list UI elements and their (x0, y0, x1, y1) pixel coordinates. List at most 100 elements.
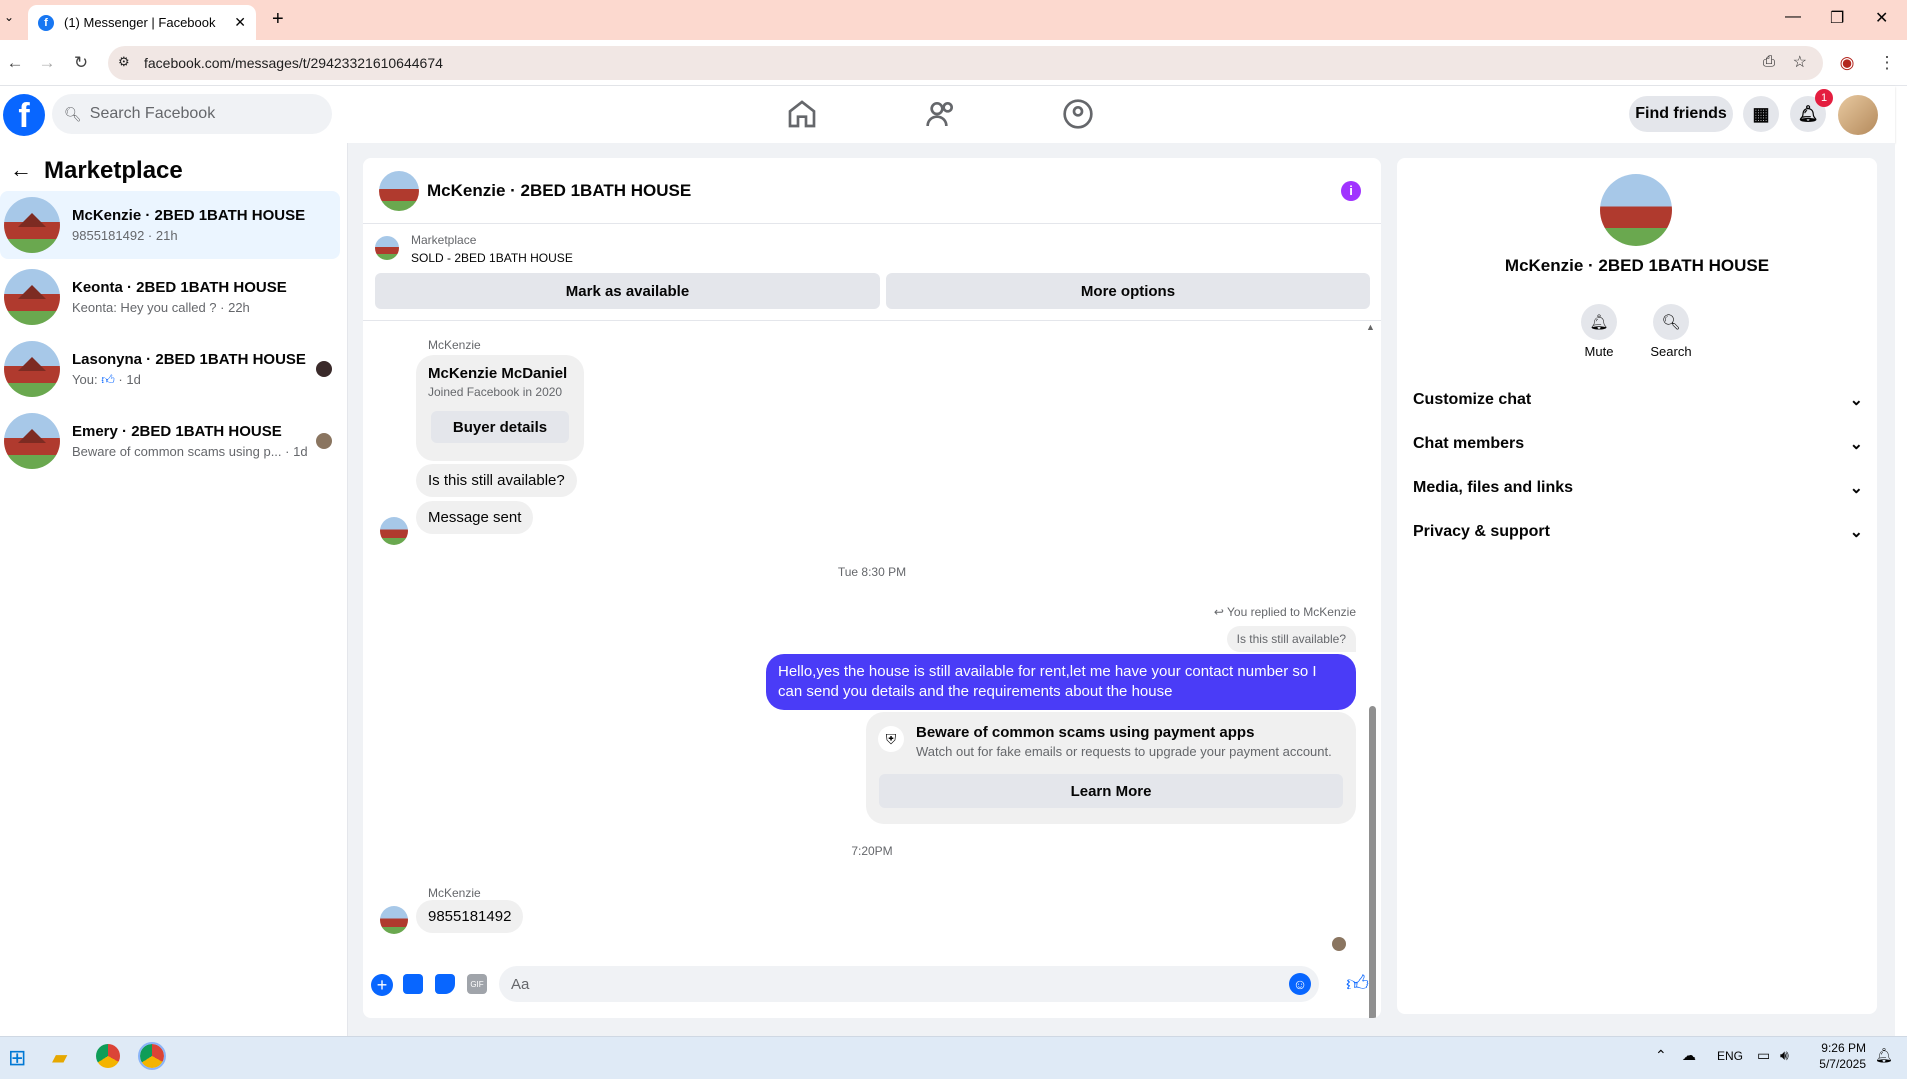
browser-tab[interactable]: f (1) Messenger | Facebook ✕ (28, 5, 256, 40)
windows-start-icon[interactable]: ⊞ (8, 1045, 26, 1071)
search-icon: 🔍︎ (1661, 314, 1681, 331)
conversation-preview: Beware of common scams using p... · 1d (72, 444, 308, 459)
clock-time[interactable]: 9:26 PM (1818, 1041, 1866, 1055)
chevron-up-icon[interactable]: ⌃ (1655, 1047, 1667, 1064)
seen-avatar (1332, 937, 1346, 951)
conversation-item-lasonyna[interactable]: Lasonyna · 2BED 1BATH HOUSE You: 👍︎ · 1d (0, 335, 340, 403)
sender-avatar (380, 906, 408, 934)
conversation-preview: Keonta: Hey you called ? · 22h (72, 300, 250, 315)
account-avatar[interactable] (1838, 95, 1878, 135)
sender-name: McKenzie (428, 886, 481, 900)
profile-joined: Joined Facebook in 2020 (428, 385, 563, 399)
privacy-support-section[interactable]: Privacy & support ⌄ (1413, 514, 1863, 550)
section-label: Chat members (1413, 435, 1525, 452)
search-input[interactable]: 🔍︎ Search Facebook (52, 94, 332, 134)
conversation-item-keonta[interactable]: Keonta · 2BED 1BATH HOUSE Keonta: Hey you… (0, 263, 340, 331)
site-info-icon[interactable]: ⚙ (118, 54, 130, 70)
back-icon[interactable]: ← (0, 48, 30, 78)
maximize-icon[interactable]: ❐ (1830, 8, 1844, 28)
browser-tab-bar: ⌄ f (1) Messenger | Facebook ✕ + — ❐ ✕ (0, 0, 1907, 40)
network-icon[interactable]: ▭ (1757, 1047, 1770, 1064)
listing-source: Marketplace (411, 233, 477, 247)
reload-icon[interactable]: ↻ (66, 48, 96, 78)
sticker-icon[interactable] (435, 974, 455, 994)
bell-icon: 🔔︎ (1589, 314, 1609, 331)
groups-icon[interactable] (1062, 98, 1094, 130)
emoji-icon[interactable]: ☺ (1289, 973, 1311, 995)
notification-bell-icon[interactable]: 🔔︎ (1875, 1047, 1893, 1064)
section-label: Customize chat (1413, 391, 1532, 408)
chrome-active-icon[interactable] (138, 1042, 166, 1070)
scam-warning-card: ⛨ Beware of common scams using payment a… (866, 712, 1356, 824)
bookmark-star-icon[interactable]: ☆ (1793, 52, 1807, 72)
conversation-item-mckenzie[interactable]: McKenzie · 2BED 1BATH HOUSE 9855181492 · … (0, 191, 340, 259)
facebook-logo-icon[interactable]: f (3, 94, 45, 136)
mute-button[interactable]: 🔔︎ (1581, 304, 1617, 340)
mark-available-button[interactable]: Mark as available (375, 273, 880, 309)
chrome-icon[interactable] (96, 1044, 120, 1068)
listing-thumbnail (4, 197, 60, 253)
section-label: Media, files and links (1413, 479, 1574, 496)
language-indicator[interactable]: ENG (1717, 1049, 1743, 1063)
reply-label: ↩︎ You replied to McKenzie (1214, 605, 1356, 619)
scam-title: Beware of common scams using payment app… (916, 724, 1255, 741)
profile-name: McKenzie McDaniel (428, 365, 568, 382)
thumbs-up-icon[interactable]: 👍︎ (1346, 970, 1369, 997)
home-icon[interactable] (786, 98, 818, 130)
more-options-button[interactable]: More options (886, 273, 1370, 309)
scrollbar[interactable]: ▲ ▼ (1366, 322, 1376, 1018)
facebook-header: f 🔍︎ Search Facebook Find friends ▦ 🔔︎ 1 (0, 86, 1895, 143)
chat-info-avatar (1600, 174, 1672, 246)
listing-thumbnail (4, 269, 60, 325)
message-bubble: 9855181492 (416, 900, 524, 933)
volume-icon[interactable]: 🔊︎ (1780, 1047, 1789, 1064)
conversation-name: Keonta · 2BED 1BATH HOUSE (72, 279, 287, 296)
find-friends-button[interactable]: Find friends (1629, 96, 1733, 132)
onedrive-icon[interactable]: ☁ (1682, 1047, 1696, 1064)
new-tab-icon[interactable]: + (272, 8, 284, 31)
add-icon[interactable]: + (371, 974, 393, 996)
my-message-bubble: Hello,yes the house is still available f… (766, 654, 1356, 710)
chat-title[interactable]: McKenzie · 2BED 1BATH HOUSE (427, 181, 691, 201)
chat-avatar[interactable] (379, 170, 419, 211)
scrollbar-thumb[interactable] (1369, 706, 1376, 1018)
forward-icon[interactable]: → (32, 48, 62, 78)
media-files-links-section[interactable]: Media, files and links ⌄ (1413, 470, 1863, 506)
sidebar-title: Marketplace (44, 157, 183, 184)
buyer-details-button[interactable]: Buyer details (431, 411, 569, 443)
back-arrow-icon[interactable]: ← (10, 157, 32, 183)
conversation-item-emery[interactable]: Emery · 2BED 1BATH HOUSE Beware of common… (0, 407, 340, 475)
close-tab-icon[interactable]: ✕ (234, 14, 246, 31)
gif-icon[interactable]: GIF (467, 974, 487, 994)
photo-icon[interactable] (403, 974, 423, 994)
learn-more-button[interactable]: Learn More (879, 774, 1343, 808)
file-explorer-icon[interactable]: ▰ (52, 1045, 67, 1070)
divider (363, 320, 1381, 321)
sender-name: McKenzie (428, 338, 481, 352)
tab-list-icon[interactable]: ⌄ (4, 10, 14, 24)
friends-icon[interactable] (925, 98, 957, 130)
customize-chat-section[interactable]: Customize chat ⌄ (1413, 382, 1863, 418)
facebook-favicon-icon: f (38, 14, 54, 31)
menu-grid-icon[interactable]: ▦ (1743, 96, 1779, 132)
profile-icon[interactable]: ◉ (1832, 48, 1862, 78)
close-window-icon[interactable]: ✕ (1875, 8, 1888, 28)
chat-info-panel: McKenzie · 2BED 1BATH HOUSE 🔔︎ Mute 🔍︎ S… (1397, 158, 1877, 1014)
chat-members-section[interactable]: Chat members ⌄ (1413, 426, 1863, 462)
info-icon[interactable]: i (1341, 180, 1361, 201)
url-input[interactable]: ⚙ facebook.com/messages/t/29423321610644… (108, 46, 1823, 80)
search-in-chat-button[interactable]: 🔍︎ (1653, 304, 1689, 340)
listing-thumbnail (4, 341, 60, 397)
conversation-preview: 9855181492 · 21h (72, 228, 178, 243)
install-app-icon[interactable]: ⎙ (1763, 53, 1775, 70)
clock-date[interactable]: 5/7/2025 (1812, 1057, 1866, 1071)
conversation-list-panel: ← Marketplace McKenzie · 2BED 1BATH HOUS… (0, 143, 348, 1036)
scroll-up-icon[interactable]: ▲ (1366, 322, 1375, 332)
minimize-icon[interactable]: — (1785, 8, 1801, 26)
notification-count-badge: 1 (1815, 89, 1833, 107)
section-label: Privacy & support (1413, 523, 1550, 540)
message-input[interactable]: Aa ☺ (499, 966, 1319, 1002)
quoted-message: Is this still available? (1226, 626, 1356, 652)
profile-card: McKenzie McDaniel Joined Facebook in 202… (416, 355, 584, 461)
menu-dots-icon[interactable]: ⋮ (1872, 48, 1902, 78)
